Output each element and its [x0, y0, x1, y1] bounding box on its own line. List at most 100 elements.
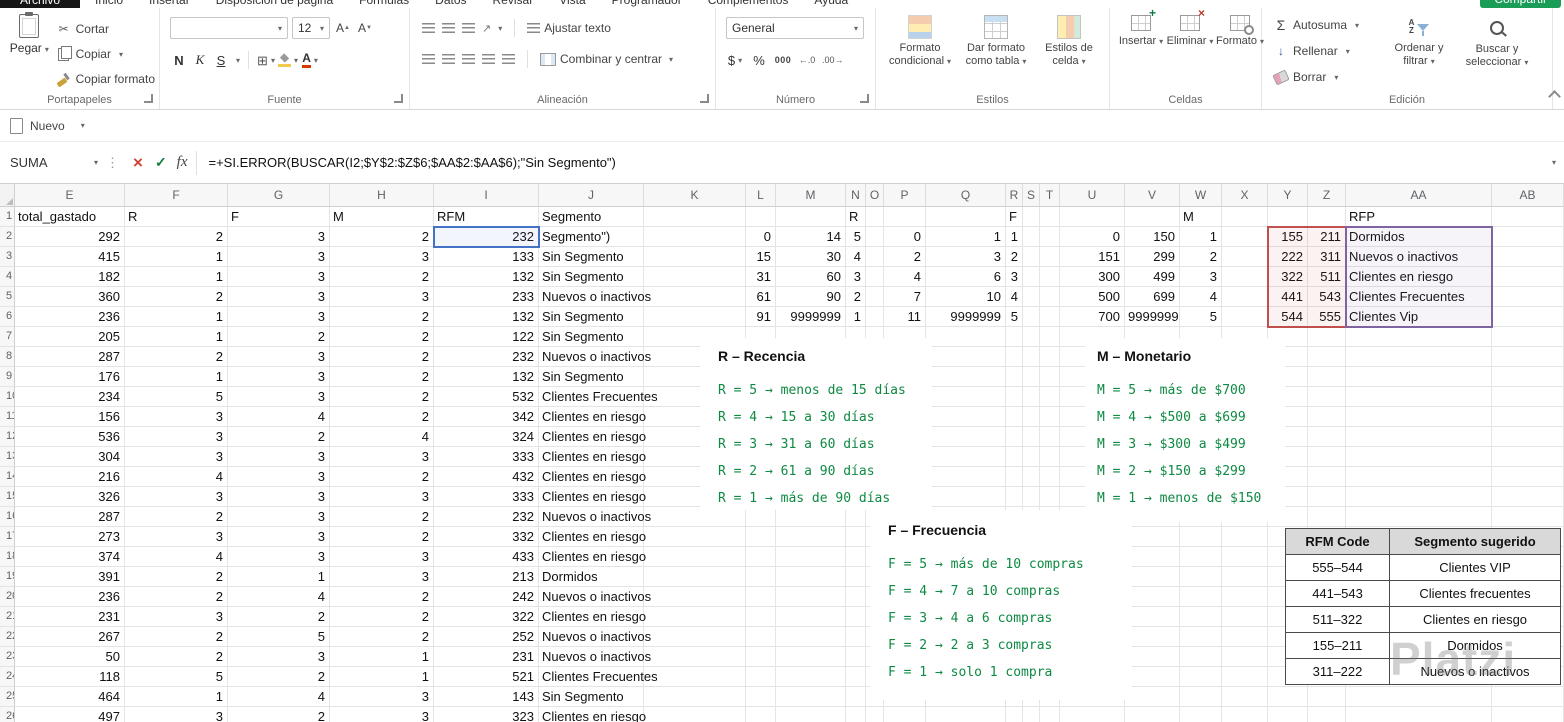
decrease-decimal-button[interactable]: .00→	[822, 50, 844, 70]
cell-H1[interactable]: M	[330, 207, 434, 227]
cell-Q2[interactable]: 1	[926, 227, 1006, 247]
italic-button[interactable]: K	[191, 50, 209, 70]
format-painter-button[interactable]: Copiar formato	[57, 69, 155, 89]
cell-Y26[interactable]	[1268, 707, 1308, 722]
cell-M26[interactable]	[776, 707, 846, 722]
cell-H15[interactable]: 3	[330, 487, 434, 507]
cell-G15[interactable]: 3	[228, 487, 330, 507]
cell-AA1[interactable]: RFP	[1346, 207, 1492, 227]
cell-AB14[interactable]	[1492, 467, 1564, 487]
cell-J25[interactable]: Sin Segmento	[539, 687, 644, 707]
column-header-Z[interactable]: Z	[1308, 184, 1346, 207]
cell-F26[interactable]: 3	[125, 707, 228, 722]
cell-K22[interactable]	[644, 627, 746, 647]
cell-R12[interactable]	[1006, 427, 1023, 447]
cell-G19[interactable]: 1	[228, 567, 330, 587]
cell-M5[interactable]: 90	[776, 287, 846, 307]
sort-filter-button[interactable]: AZ Ordenar y filtrar ▾	[1386, 15, 1452, 87]
cell-L21[interactable]	[746, 607, 776, 627]
ribbon-tab-insertar[interactable]: Insertar	[136, 0, 203, 8]
cell-Q6[interactable]: 9999999	[926, 307, 1006, 327]
percent-button[interactable]: %	[750, 50, 768, 70]
cell-J19[interactable]: Dormidos	[539, 567, 644, 587]
cell-L6[interactable]: 91	[746, 307, 776, 327]
cell-N5[interactable]: 2	[846, 287, 866, 307]
column-header-G[interactable]: G	[228, 184, 330, 207]
cell-N17[interactable]	[846, 527, 866, 547]
comma-style-button[interactable]: 000	[774, 50, 792, 70]
cell-F23[interactable]: 2	[125, 647, 228, 667]
number-format-select[interactable]: General ▾	[726, 17, 864, 39]
cell-S26[interactable]	[1023, 707, 1040, 722]
cell-G4[interactable]: 3	[228, 267, 330, 287]
cell-X2[interactable]	[1222, 227, 1268, 247]
cell-Y25[interactable]	[1268, 687, 1308, 707]
cell-M25[interactable]	[776, 687, 846, 707]
number-dialog-launcher[interactable]	[860, 94, 869, 103]
cell-Z5[interactable]: 543	[1308, 287, 1346, 307]
cell-X26[interactable]	[1222, 707, 1268, 722]
formula-bar-expand-icon[interactable]: ▾	[1552, 158, 1556, 167]
cell-S8[interactable]	[1023, 347, 1040, 367]
cell-J18[interactable]: Clientes en riesgo	[539, 547, 646, 567]
row-header-22[interactable]: 22	[0, 627, 15, 647]
cell-AB5[interactable]	[1492, 287, 1564, 307]
font-color-button[interactable]: A ▾	[301, 50, 319, 70]
cell-I21[interactable]: 322	[434, 607, 539, 627]
cell-X18[interactable]	[1222, 547, 1268, 567]
cell-E17[interactable]: 273	[15, 527, 125, 547]
cell-S14[interactable]	[1023, 467, 1040, 487]
cell-H6[interactable]: 2	[330, 307, 434, 327]
cell-N6[interactable]: 1	[846, 307, 866, 327]
cell-AA5[interactable]: Clientes Frecuentes	[1346, 287, 1492, 307]
cell-N25[interactable]	[846, 687, 866, 707]
cell-Q15[interactable]	[926, 487, 1006, 507]
cell-L1[interactable]	[746, 207, 776, 227]
cell-U4[interactable]: 300	[1060, 267, 1125, 287]
cell-T8[interactable]	[1040, 347, 1060, 367]
cell-H21[interactable]: 2	[330, 607, 434, 627]
cell-I13[interactable]: 333	[434, 447, 539, 467]
cell-X25[interactable]	[1222, 687, 1268, 707]
borders-button[interactable]: ⊞ ▾	[257, 50, 275, 70]
cell-F8[interactable]: 2	[125, 347, 228, 367]
cell-F13[interactable]: 3	[125, 447, 228, 467]
cell-N23[interactable]	[846, 647, 866, 667]
cut-button[interactable]: ✂ Cortar	[57, 19, 155, 39]
orientation-button[interactable]: ↗ ▾	[482, 22, 502, 35]
cell-Q8[interactable]	[926, 347, 1006, 367]
formula-bar-handle-icon[interactable]: ⋮	[106, 155, 119, 171]
cell-X20[interactable]	[1222, 587, 1268, 607]
cell-M21[interactable]	[776, 607, 846, 627]
cell-E11[interactable]: 156	[15, 407, 125, 427]
copy-button[interactable]: Copiar ▾	[57, 44, 155, 64]
cell-H23[interactable]: 1	[330, 647, 434, 667]
cell-T26[interactable]	[1040, 707, 1060, 722]
cell-F12[interactable]: 3	[125, 427, 228, 447]
cell-M19[interactable]	[776, 567, 846, 587]
cell-O1[interactable]	[866, 207, 884, 227]
cell-X21[interactable]	[1222, 607, 1268, 627]
cell-W6[interactable]: 5	[1180, 307, 1222, 327]
cell-K4[interactable]	[644, 267, 746, 287]
cell-I25[interactable]: 143	[434, 687, 539, 707]
cell-T5[interactable]	[1040, 287, 1060, 307]
cell-E13[interactable]: 304	[15, 447, 125, 467]
ribbon-tab-revisar[interactable]: Revisar	[480, 0, 547, 8]
cell-T14[interactable]	[1040, 467, 1060, 487]
cell-V23[interactable]	[1125, 647, 1180, 667]
cell-F25[interactable]: 1	[125, 687, 228, 707]
new-dropdown-icon[interactable]: ▾	[81, 121, 85, 130]
column-header-H[interactable]: H	[330, 184, 434, 207]
cancel-icon[interactable]: ×	[133, 154, 143, 171]
column-header-U[interactable]: U	[1060, 184, 1125, 207]
column-header-P[interactable]: P	[884, 184, 926, 207]
cell-Z2[interactable]: 211	[1308, 227, 1346, 247]
cell-AB16[interactable]	[1492, 507, 1564, 527]
cell-K3[interactable]	[644, 247, 746, 267]
cell-G3[interactable]: 3	[228, 247, 330, 267]
cell-Z7[interactable]	[1308, 327, 1346, 347]
increase-indent-button[interactable]	[502, 53, 515, 65]
cell-L25[interactable]	[746, 687, 776, 707]
cell-G26[interactable]: 2	[228, 707, 330, 722]
